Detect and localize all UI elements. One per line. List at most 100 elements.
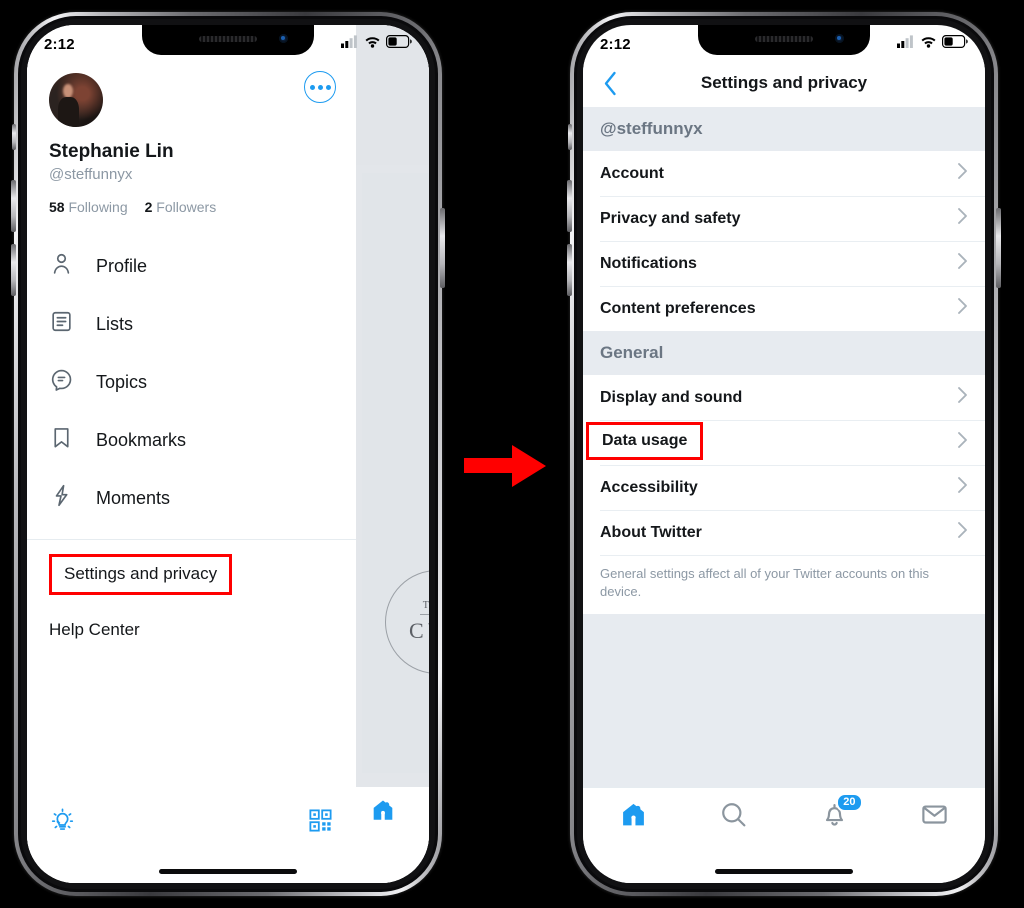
volume-up-button[interactable] <box>11 180 16 232</box>
more-dot-1 <box>309 84 315 90</box>
following-stat[interactable]: 58 Following <box>49 199 128 215</box>
row-label: Notifications <box>600 254 697 272</box>
chevron-right-icon <box>957 431 968 454</box>
row-label: Data usage <box>602 432 688 449</box>
settings-row-display-and-sound[interactable]: Display and sound <box>583 375 985 420</box>
home-tab[interactable] <box>583 800 684 829</box>
nav-bar: Settings and privacy <box>583 59 985 107</box>
more-dot-3 <box>325 84 331 90</box>
signal-bars-icon <box>341 35 359 53</box>
speaker-grille <box>199 36 257 42</box>
menu-item-topics[interactable]: Topics <box>49 353 334 411</box>
search-tab[interactable] <box>684 800 785 829</box>
messages-tab[interactable] <box>885 800 986 829</box>
front-camera <box>835 34 844 43</box>
chevron-right-icon <box>957 476 968 499</box>
list-icon <box>49 309 74 339</box>
notifications-tab[interactable]: 20 <box>784 793 885 829</box>
qr-code-icon[interactable] <box>307 807 334 839</box>
followers-count: 2 <box>144 199 153 215</box>
settings-row-about-twitter[interactable]: About Twitter <box>583 510 985 555</box>
settings-row-data-usage[interactable]: Data usage <box>583 420 985 465</box>
user-handle: @steffunnyx <box>49 166 133 183</box>
general-footnote: General settings affect all of your Twit… <box>583 555 985 615</box>
front-camera <box>279 34 288 43</box>
power-button[interactable] <box>996 208 1001 288</box>
settings-row-notifications[interactable]: Notifications <box>583 241 985 286</box>
drawer-menu: Profile Lists Topics Bookmarks Moments <box>27 237 356 527</box>
menu-item-lists[interactable]: Lists <box>49 295 334 353</box>
mute-switch[interactable] <box>12 124 16 150</box>
following-count: 58 <box>49 199 65 215</box>
link-help-center[interactable]: Help Center <box>49 607 140 653</box>
followers-label: Followers <box>156 199 217 215</box>
menu-item-moments[interactable]: Moments <box>49 469 334 527</box>
bookmark-icon <box>49 425 74 455</box>
section-header-account: @steffunnyx <box>583 107 985 151</box>
follow-stats: 58 Following 2 Followers <box>49 199 334 215</box>
display-name: Stephanie Lin <box>49 141 174 162</box>
account-drawer: Stephanie Lin @steffunnyx 58 Following 2… <box>27 25 356 883</box>
notifications-badge: 20 <box>836 793 863 813</box>
wifi-icon <box>364 35 381 53</box>
drawer-dim-overlay[interactable] <box>356 25 429 883</box>
section-rows-account: Account Privacy and safety Notifications… <box>583 151 985 331</box>
chevron-right-icon <box>957 252 968 275</box>
logo-line-2: CUT <box>409 618 429 643</box>
volume-down-button[interactable] <box>567 244 572 296</box>
notch <box>698 25 870 55</box>
section-header-general: General <box>583 331 985 375</box>
row-label: Accessibility <box>600 478 698 496</box>
settings-row-privacy-and-safety[interactable]: Privacy and safety <box>583 196 985 241</box>
background-tab-bar <box>356 787 429 883</box>
chevron-right-icon <box>957 521 968 544</box>
row-label: Account <box>600 164 664 182</box>
settings-row-content-preferences[interactable]: Content preferences <box>583 286 985 331</box>
screenshot-stage: THE CUT Stephanie Lin <box>0 0 1024 908</box>
following-label: Following <box>68 199 128 215</box>
home-indicator[interactable] <box>159 869 297 874</box>
wifi-icon <box>920 35 937 53</box>
chevron-right-icon <box>957 386 968 409</box>
settings-list: @steffunnyx Account Privacy and safety N… <box>583 107 985 787</box>
settings-row-account[interactable]: Account <box>583 151 985 196</box>
logo-divider <box>420 614 429 615</box>
red-annotation-box: Data usage <box>586 422 704 460</box>
settings-row-accessibility[interactable]: Accessibility <box>583 465 985 510</box>
mute-switch[interactable] <box>568 124 572 150</box>
menu-item-bookmarks[interactable]: Bookmarks <box>49 411 334 469</box>
link-label[interactable]: Settings and privacy <box>64 564 217 583</box>
home-icon[interactable] <box>370 797 396 828</box>
volume-up-button[interactable] <box>567 180 572 232</box>
chevron-right-icon <box>957 297 968 320</box>
row-label: Privacy and safety <box>600 209 741 227</box>
left-phone-screen: THE CUT Stephanie Lin <box>27 25 429 883</box>
followers-stat[interactable]: 2 Followers <box>145 199 217 215</box>
status-clock: 2:12 <box>44 35 75 53</box>
avatar[interactable] <box>49 73 103 127</box>
red-annotation-box: Settings and privacy <box>49 554 233 595</box>
menu-item-label: Topics <box>96 371 148 392</box>
row-label: Display and sound <box>600 388 743 406</box>
menu-item-profile[interactable]: Profile <box>49 237 334 295</box>
left-phone: THE CUT Stephanie Lin <box>11 12 445 896</box>
home-indicator[interactable] <box>715 869 853 874</box>
more-horizontal-icon[interactable] <box>304 71 336 103</box>
menu-item-label: Lists <box>96 313 134 334</box>
section-rows-general: Display and sound Data usage Accessibili… <box>583 375 985 615</box>
volume-down-button[interactable] <box>11 244 16 296</box>
menu-item-label: Moments <box>96 487 171 508</box>
right-arrow-icon <box>464 443 548 489</box>
battery-icon <box>386 35 412 53</box>
list-empty-area <box>583 614 985 787</box>
status-indicators <box>897 31 968 53</box>
power-button[interactable] <box>440 208 445 288</box>
chevron-right-icon <box>957 207 968 230</box>
page-title: Settings and privacy <box>700 73 868 92</box>
battery-icon <box>942 35 968 53</box>
logo-line-1: THE <box>422 600 429 611</box>
lightbulb-icon[interactable] <box>49 807 76 839</box>
row-label: Content preferences <box>600 299 756 317</box>
lightning-bolt-icon <box>49 483 74 513</box>
